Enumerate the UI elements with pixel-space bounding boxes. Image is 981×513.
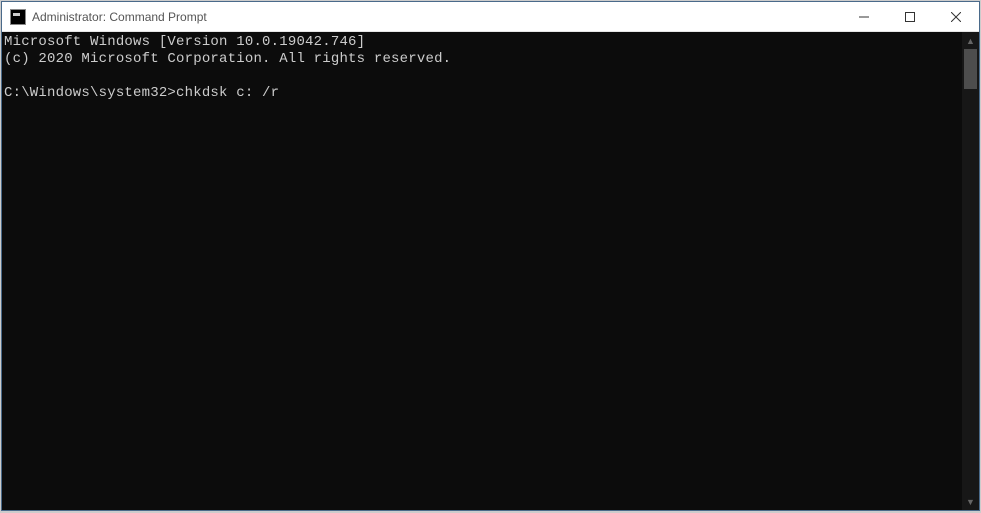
window-controls	[841, 2, 979, 31]
window-title: Administrator: Command Prompt	[32, 10, 841, 24]
version-line: Microsoft Windows [Version 10.0.19042.74…	[4, 34, 365, 50]
scroll-down-arrow-icon[interactable]: ▼	[962, 493, 979, 510]
copyright-line: (c) 2020 Microsoft Corporation. All righ…	[4, 51, 451, 67]
command-input[interactable]: chkdsk c: /r	[176, 85, 279, 101]
terminal-area: Microsoft Windows [Version 10.0.19042.74…	[2, 32, 979, 510]
scroll-thumb[interactable]	[964, 49, 977, 89]
prompt-text: C:\Windows\system32>	[4, 85, 176, 101]
vertical-scrollbar[interactable]: ▲ ▼	[962, 32, 979, 510]
command-prompt-window: Administrator: Command Prompt Microsoft …	[1, 1, 980, 511]
maximize-button[interactable]	[887, 2, 933, 31]
close-button[interactable]	[933, 2, 979, 31]
minimize-button[interactable]	[841, 2, 887, 31]
titlebar[interactable]: Administrator: Command Prompt	[2, 2, 979, 32]
terminal-output[interactable]: Microsoft Windows [Version 10.0.19042.74…	[2, 32, 962, 510]
cmd-icon	[10, 9, 26, 25]
scroll-up-arrow-icon[interactable]: ▲	[962, 32, 979, 49]
